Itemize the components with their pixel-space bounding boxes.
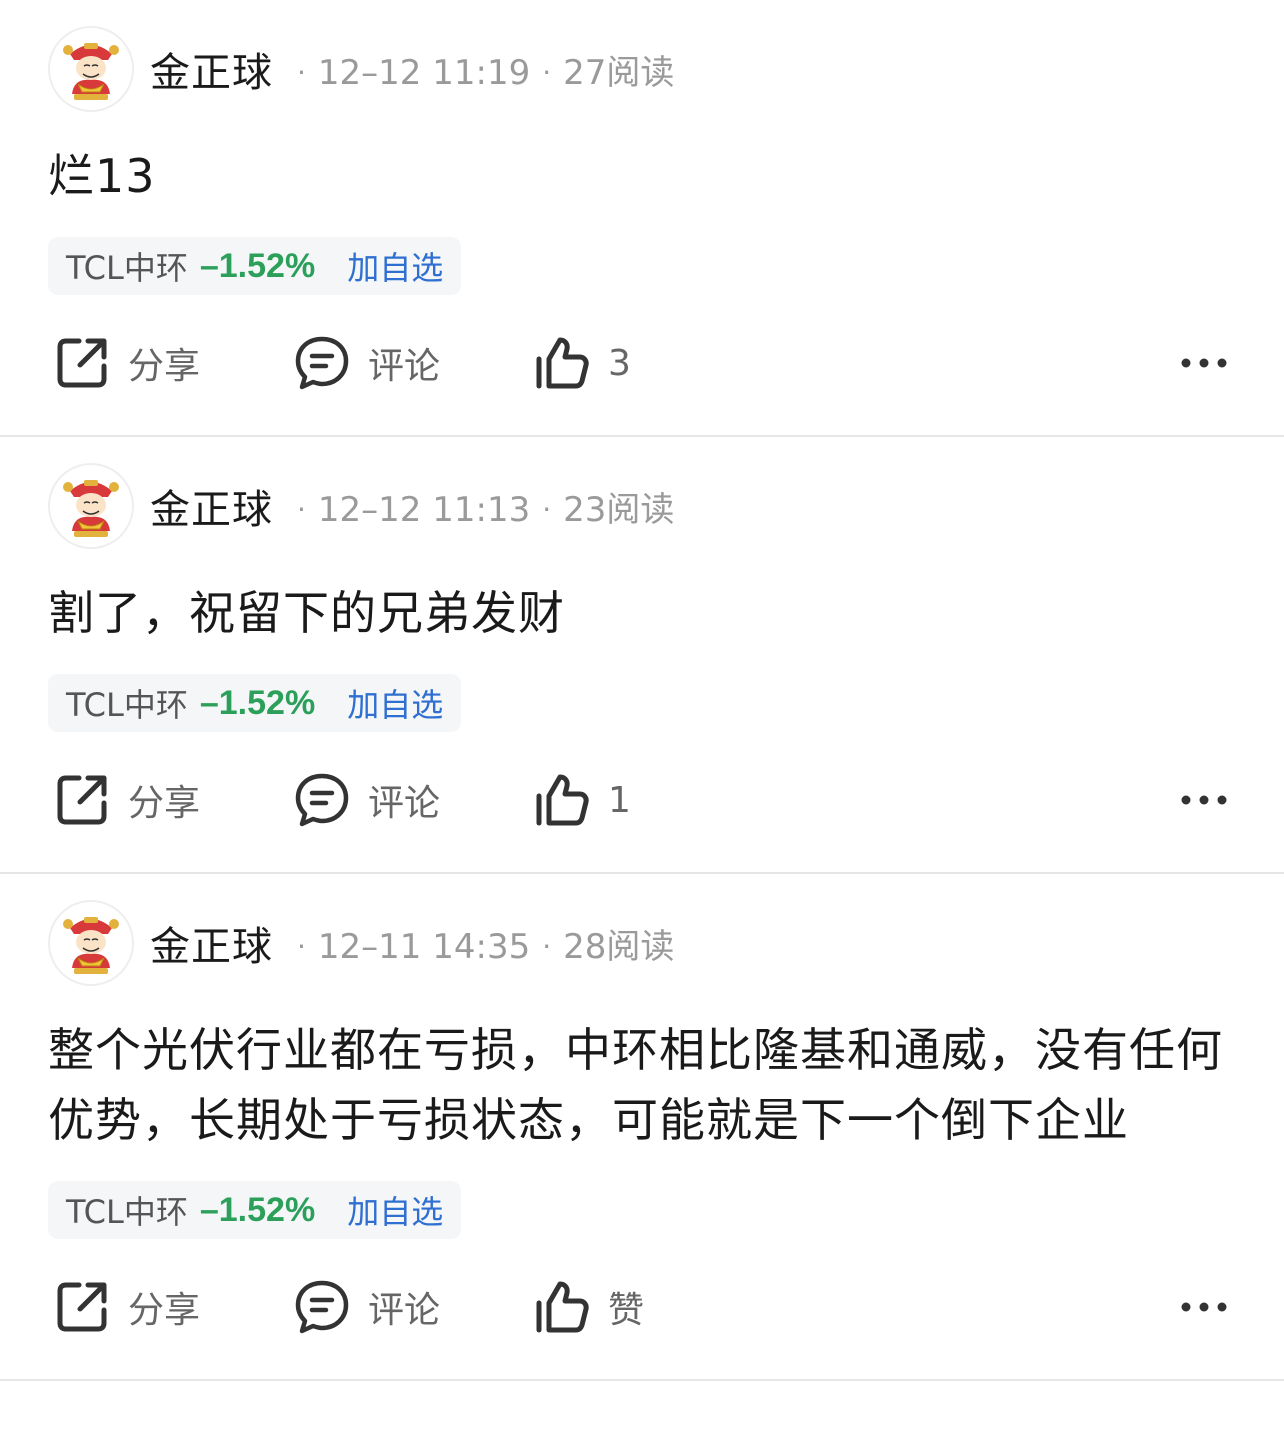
- meta-separator: ·: [542, 929, 552, 963]
- more-button[interactable]: [1176, 335, 1232, 391]
- share-icon: [54, 1279, 110, 1335]
- post-header: 金正球 · 12–12 11:13 · 23阅读: [48, 437, 1236, 550]
- share-label: 分享: [128, 1290, 201, 1331]
- comment-button[interactable]: 评论: [294, 335, 440, 391]
- comment-icon: [294, 1279, 350, 1335]
- avatar-caishen-icon: [63, 43, 119, 100]
- share-label: 分享: [128, 783, 201, 824]
- share-button[interactable]: 分享: [54, 1279, 200, 1335]
- comment-button[interactable]: 评论: [294, 772, 440, 828]
- avatar-caishen-icon: [63, 917, 119, 974]
- meta-separator: ·: [297, 55, 306, 89]
- stock-tag[interactable]: TCL中环 –1.52% 加自选: [48, 1181, 462, 1239]
- comment-icon: [294, 772, 350, 828]
- post-card: 金正球 · 12–11 14:35 · 28阅读 整个光伏行业都在亏损，中环相比隆基和…: [0, 874, 1284, 1381]
- stock-change: –1.52%: [199, 1190, 316, 1229]
- comment-button[interactable]: 评论: [294, 1279, 440, 1335]
- share-icon: [54, 335, 110, 391]
- post-content[interactable]: 烂13: [48, 141, 1236, 211]
- share-label: 分享: [128, 346, 201, 387]
- comment-icon: [294, 335, 350, 391]
- add-watchlist-button[interactable]: 加自选: [347, 1187, 443, 1233]
- post-time: 12–12 11:19: [317, 52, 531, 93]
- more-button[interactable]: [1176, 772, 1232, 828]
- like-button[interactable]: 3: [534, 335, 631, 391]
- post-meta: · 12–11 14:35 · 28阅读: [285, 919, 674, 968]
- like-count: 赞: [608, 1290, 645, 1331]
- more-icon: [1181, 1302, 1227, 1312]
- stock-change: –1.52%: [199, 683, 316, 722]
- stock-tag[interactable]: TCL中环 –1.52% 加自选: [48, 674, 462, 732]
- action-bar: 分享 评论 赞: [48, 1239, 1236, 1379]
- avatar[interactable]: [48, 900, 134, 986]
- stock-name[interactable]: TCL中环: [66, 680, 188, 726]
- meta-separator: ·: [542, 55, 552, 89]
- author-name[interactable]: 金正球: [150, 914, 273, 972]
- share-icon: [54, 772, 110, 828]
- stock-name[interactable]: TCL中环: [66, 243, 188, 289]
- like-button[interactable]: 1: [534, 772, 631, 828]
- avatar-caishen-icon: [63, 480, 119, 537]
- read-count: 28阅读: [563, 926, 675, 967]
- share-button[interactable]: 分享: [54, 772, 200, 828]
- post-time: 12–11 14:35: [317, 926, 531, 967]
- post-header: 金正球 · 12–11 14:35 · 28阅读: [48, 874, 1236, 987]
- read-count: 27阅读: [563, 52, 675, 93]
- meta-separator: ·: [297, 929, 306, 963]
- thumbs-up-icon: [534, 1279, 590, 1335]
- add-watchlist-button[interactable]: 加自选: [347, 243, 443, 289]
- post-card: 金正球 · 12–12 11:13 · 23阅读 割了，祝留下的兄弟发财 TCL中环 …: [0, 437, 1284, 874]
- post-header: 金正球 · 12–12 11:19 · 27阅读: [48, 0, 1236, 113]
- post-content[interactable]: 割了，祝留下的兄弟发财: [48, 578, 1236, 648]
- more-icon: [1181, 358, 1227, 368]
- avatar[interactable]: [48, 463, 134, 549]
- post-content[interactable]: 整个光伏行业都在亏损，中环相比隆基和通威，没有任何优势，长期处于亏损状态，可能就…: [48, 1015, 1236, 1155]
- share-button[interactable]: 分享: [54, 335, 200, 391]
- more-icon: [1181, 795, 1227, 805]
- stock-change: –1.52%: [199, 246, 316, 285]
- stock-tag[interactable]: TCL中环 –1.52% 加自选: [48, 237, 462, 295]
- meta-separator: ·: [542, 492, 552, 526]
- like-count: 1: [608, 779, 631, 821]
- stock-name[interactable]: TCL中环: [66, 1187, 188, 1233]
- post-card: 金正球 · 12–12 11:19 · 27阅读 烂13 TCL中环 –1.52% 加…: [0, 0, 1284, 437]
- add-watchlist-button[interactable]: 加自选: [347, 680, 443, 726]
- like-count: 3: [608, 342, 631, 384]
- thumbs-up-icon: [534, 335, 590, 391]
- author-name[interactable]: 金正球: [150, 477, 273, 535]
- post-meta: · 12–12 11:19 · 27阅读: [285, 45, 674, 94]
- action-bar: 分享 评论 3: [48, 295, 1236, 435]
- read-count: 23阅读: [563, 489, 675, 530]
- like-button[interactable]: 赞: [534, 1279, 644, 1335]
- post-feed: 金正球 · 12–12 11:19 · 27阅读 烂13 TCL中环 –1.52% 加…: [0, 0, 1284, 1381]
- thumbs-up-icon: [534, 772, 590, 828]
- post-meta: · 12–12 11:13 · 23阅读: [285, 482, 674, 531]
- more-button[interactable]: [1176, 1279, 1232, 1335]
- meta-separator: ·: [297, 492, 306, 526]
- comment-label: 评论: [368, 346, 441, 387]
- avatar[interactable]: [48, 26, 134, 112]
- comment-label: 评论: [368, 1290, 441, 1331]
- action-bar: 分享 评论 1: [48, 732, 1236, 872]
- author-name[interactable]: 金正球: [150, 40, 273, 98]
- post-time: 12–12 11:13: [317, 489, 531, 530]
- comment-label: 评论: [368, 783, 441, 824]
